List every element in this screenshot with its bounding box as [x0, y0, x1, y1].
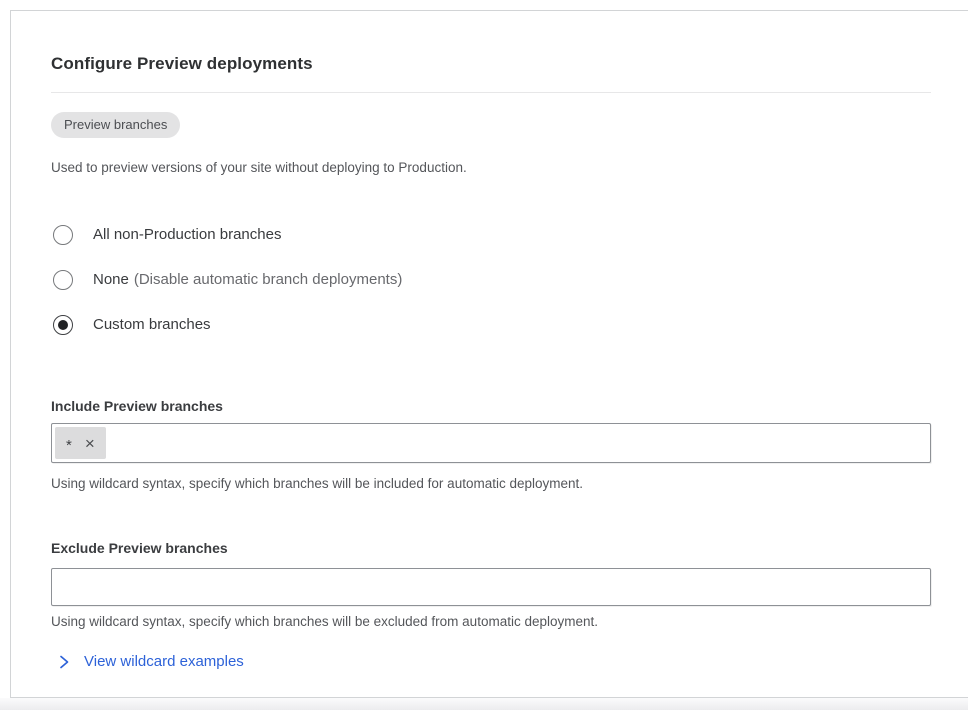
radio-option-none[interactable]: None (Disable automatic branch deploymen…: [51, 269, 931, 290]
link-label: View wildcard examples: [84, 652, 244, 672]
branch-tag-chip: * ×: [55, 427, 106, 459]
remove-tag-icon[interactable]: ×: [85, 435, 95, 452]
include-preview-branches-label: Include Preview branches: [51, 398, 931, 415]
branch-deployment-radio-group: All non-Production branches None (Disabl…: [51, 224, 931, 335]
exclude-preview-branches-label: Exclude Preview branches: [51, 540, 931, 557]
branch-tag-value: *: [66, 437, 72, 454]
radio-unselected-icon[interactable]: [53, 270, 73, 290]
page-title: Configure Preview deployments: [51, 53, 931, 75]
preview-branches-badge: Preview branches: [51, 112, 180, 138]
exclude-branches-text-input[interactable]: [52, 569, 930, 605]
page-bottom-edge: [0, 698, 968, 710]
radio-option-custom-branches[interactable]: Custom branches: [51, 314, 931, 335]
exclude-helper-text: Using wildcard syntax, specify which bra…: [51, 613, 931, 630]
include-helper-text: Using wildcard syntax, specify which bra…: [51, 475, 931, 492]
radio-option-label: Custom branches: [93, 315, 211, 335]
view-wildcard-examples-link[interactable]: View wildcard examples: [51, 652, 931, 672]
radio-option-label: All non-Production branches: [93, 225, 281, 245]
radio-option-all-non-production[interactable]: All non-Production branches: [51, 224, 931, 245]
radio-option-label: None: [93, 270, 129, 290]
radio-option-sublabel: (Disable automatic branch deployments): [134, 271, 402, 288]
include-branches-input[interactable]: * ×: [51, 423, 931, 463]
radio-selected-icon[interactable]: [53, 315, 73, 335]
include-branches-text-input[interactable]: [106, 427, 927, 459]
preview-deployments-card: Configure Preview deployments Preview br…: [10, 10, 968, 698]
section-description: Used to preview versions of your site wi…: [51, 159, 931, 176]
radio-unselected-icon[interactable]: [53, 225, 73, 245]
exclude-branches-input[interactable]: [51, 568, 931, 606]
chevron-right-icon: [57, 654, 71, 670]
title-divider: [51, 92, 931, 93]
